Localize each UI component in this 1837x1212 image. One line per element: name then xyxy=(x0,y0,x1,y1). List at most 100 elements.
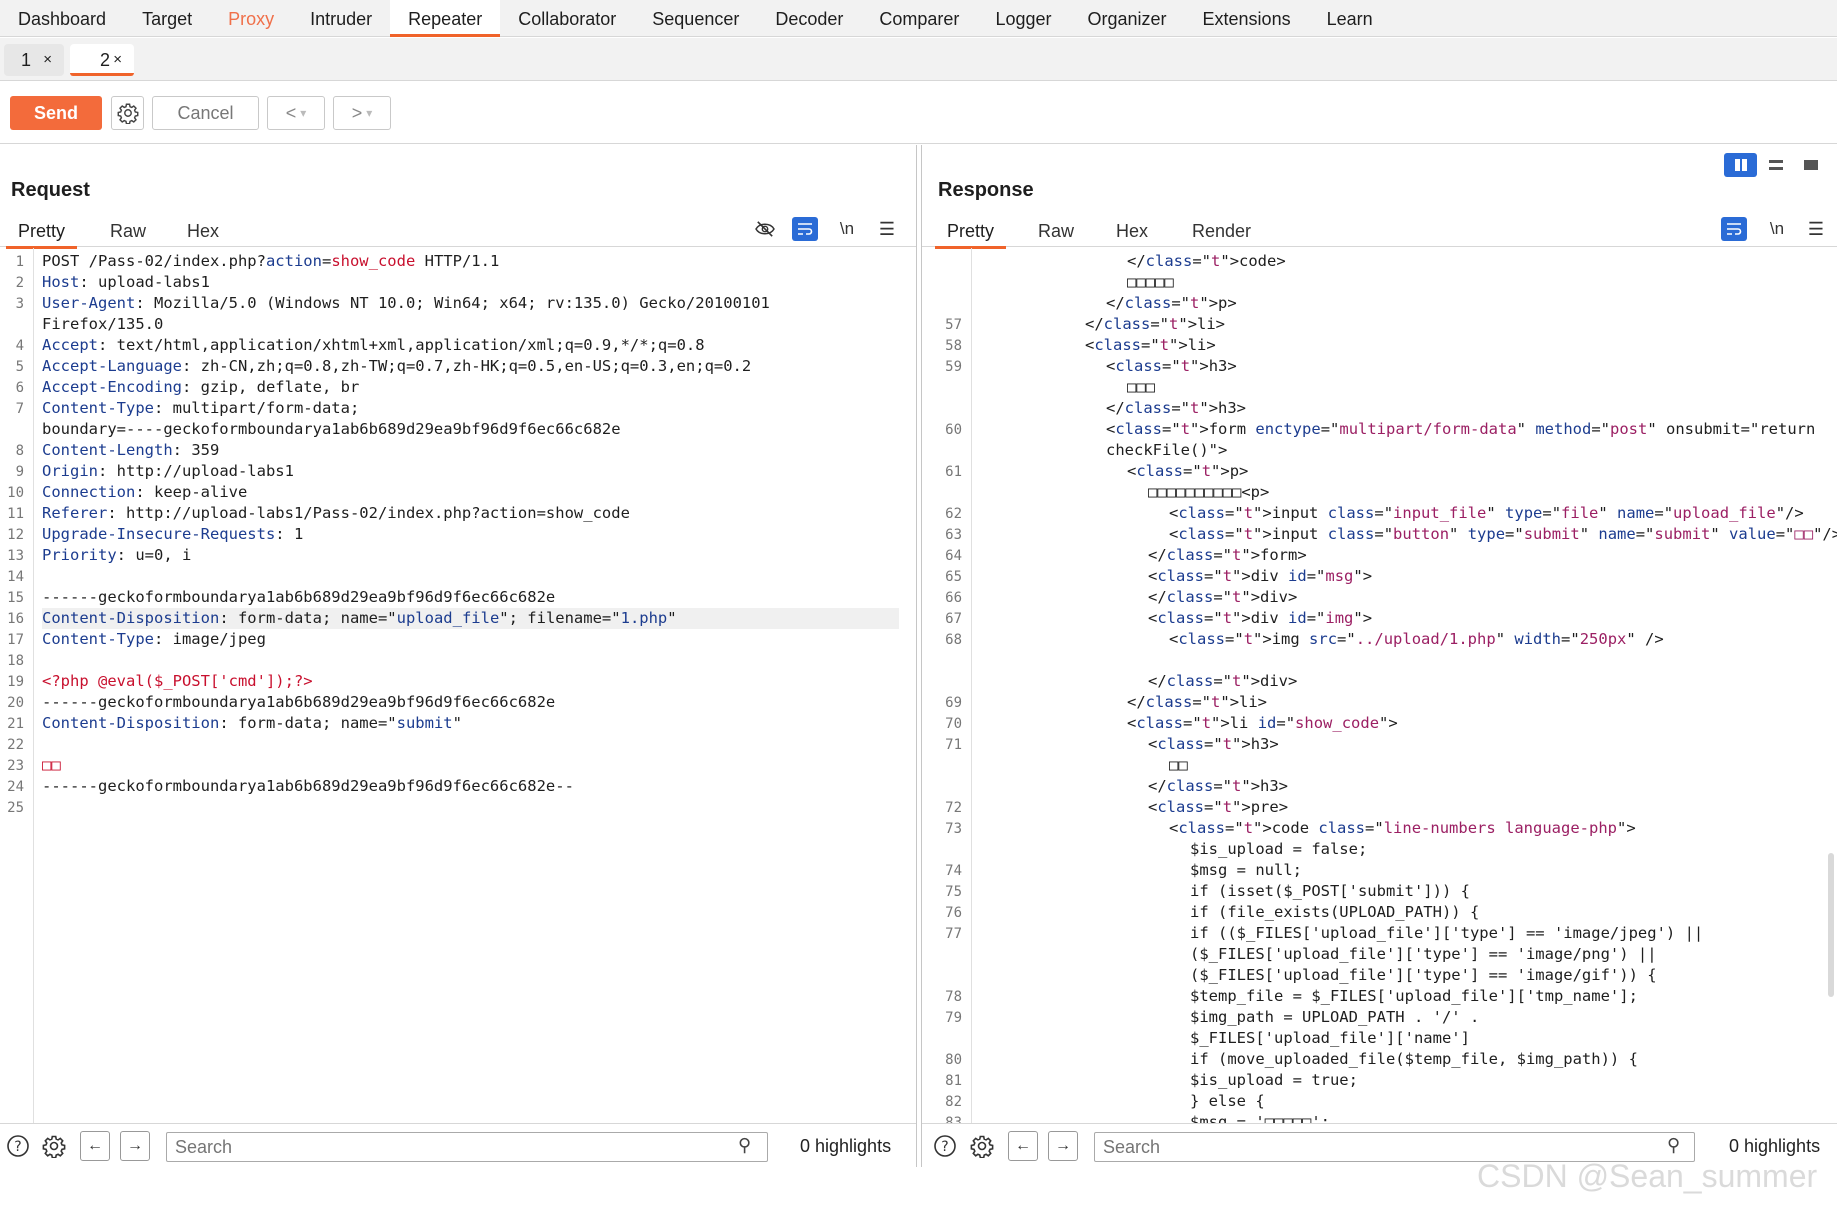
show-newlines-button[interactable]: \n xyxy=(1763,215,1791,243)
show-newlines-button[interactable]: \n xyxy=(833,215,861,243)
line-number: 59 xyxy=(945,359,962,375)
request-line: Firefox/135.0 xyxy=(42,315,164,333)
request-line: Content-Length: 359 xyxy=(42,441,220,459)
repeater-tab-2[interactable]: 2 × xyxy=(70,44,134,76)
nav-tab-decoder[interactable]: Decoder xyxy=(757,0,861,36)
nav-tab-learn[interactable]: Learn xyxy=(1309,0,1391,36)
line-number: 11 xyxy=(7,506,24,522)
response-line: if (($_FILES['upload_file']['type'] == '… xyxy=(1190,924,1704,942)
request-line: Accept: text/html,application/xhtml+xml,… xyxy=(42,336,705,354)
nav-tab-dashboard[interactable]: Dashboard xyxy=(0,0,124,36)
menu-button[interactable]: ☰ xyxy=(873,215,901,243)
menu-button[interactable]: ☰ xyxy=(1802,215,1830,243)
response-line: $img_path = UPLOAD_PATH . '/' . xyxy=(1190,1008,1480,1026)
layout-side-by-side-button[interactable] xyxy=(1724,153,1757,177)
line-number: 20 xyxy=(7,695,24,711)
search-input[interactable] xyxy=(166,1132,768,1162)
next-match-button[interactable]: → xyxy=(120,1131,150,1161)
layout-tabs-button[interactable] xyxy=(1794,153,1827,177)
response-line: <class="t">input class="input_file" type… xyxy=(1169,504,1804,522)
tab-hex[interactable]: Hex xyxy=(187,215,219,247)
tab-pretty[interactable]: Pretty xyxy=(5,215,78,249)
request-line: Content-Type: multipart/form-data; xyxy=(42,399,360,417)
line-number: 76 xyxy=(945,905,962,921)
settings-button[interactable] xyxy=(39,1131,69,1161)
line-number: 62 xyxy=(945,506,962,522)
nav-tab-target[interactable]: Target xyxy=(124,0,210,36)
gear-icon xyxy=(42,1135,66,1158)
watermark: CSDN @Sean_summer xyxy=(1477,1158,1818,1194)
nav-tab-intruder[interactable]: Intruder xyxy=(292,0,390,36)
tab-hex[interactable]: Hex xyxy=(1116,215,1148,247)
settings-button[interactable] xyxy=(967,1131,997,1161)
chevron-left-icon: < xyxy=(285,102,297,123)
help-button[interactable]: ? xyxy=(3,1131,33,1161)
settings-button[interactable] xyxy=(111,96,144,130)
wrap-lines-button[interactable] xyxy=(1721,217,1747,241)
hamburger-icon: ☰ xyxy=(1807,218,1825,239)
line-number: 80 xyxy=(945,1052,962,1068)
history-forward-button[interactable]: > ▾ xyxy=(333,96,391,130)
cancel-button[interactable]: Cancel xyxy=(152,96,259,130)
nav-tab-repeater[interactable]: Repeater xyxy=(390,0,501,37)
response-line: if (file_exists(UPLOAD_PATH)) { xyxy=(1190,903,1480,921)
request-line: Upgrade-Insecure-Requests: 1 xyxy=(42,525,304,543)
line-number: 81 xyxy=(945,1073,962,1089)
request-line: □□ xyxy=(42,756,61,774)
arrow-right-icon: → xyxy=(127,1137,143,1154)
tab-pretty[interactable]: Pretty xyxy=(934,215,1007,249)
close-icon[interactable]: × xyxy=(113,44,122,76)
toolbar: Send Cancel < ▾ > ▾ xyxy=(0,82,1837,144)
line-number: 77 xyxy=(945,926,962,942)
line-number: 12 xyxy=(7,527,24,543)
line-number: 60 xyxy=(945,422,962,438)
wrap-lines-button[interactable] xyxy=(792,217,818,241)
history-back-button[interactable]: < ▾ xyxy=(267,96,325,130)
response-editor[interactable]: </class="t">code> □□□□□ </class="t">p> 57 </… xyxy=(922,248,1837,1123)
response-line: ($_FILES['upload_file']['type'] == 'imag… xyxy=(1190,945,1657,963)
layout-stacked-button[interactable] xyxy=(1759,153,1792,177)
arrow-right-icon: → xyxy=(1055,1137,1071,1154)
tab-raw[interactable]: Raw xyxy=(1038,215,1074,247)
nav-tab-comparer[interactable]: Comparer xyxy=(861,0,977,36)
hide-nonprintable-button[interactable] xyxy=(751,215,779,243)
highlights-count: 0 highlights xyxy=(800,1136,892,1156)
repeater-tab-1[interactable]: 1 × xyxy=(4,44,64,76)
tab-raw[interactable]: Raw xyxy=(110,215,146,247)
gear-icon xyxy=(117,103,138,124)
help-button[interactable]: ? xyxy=(930,1131,960,1161)
tab-render[interactable]: Render xyxy=(1192,215,1251,247)
line-number: 24 xyxy=(7,779,24,795)
request-line: Accept-Language: zh-CN,zh;q=0.8,zh-TW;q=… xyxy=(42,357,752,375)
vertical-scrollbar[interactable] xyxy=(1828,853,1834,997)
highlights-count: 0 highlights xyxy=(1729,1136,1821,1156)
line-number: 2 xyxy=(15,275,24,291)
response-line: $_FILES['upload_file']['name'] xyxy=(1190,1029,1470,1047)
close-icon[interactable]: × xyxy=(43,44,52,76)
wrap-icon xyxy=(798,223,813,235)
response-line: if (move_uploaded_file($temp_file, $img_… xyxy=(1190,1050,1638,1068)
request-line: Content-Disposition: form-data; name="su… xyxy=(42,714,462,732)
send-button[interactable]: Send xyxy=(10,96,102,130)
nav-tab-sequencer[interactable]: Sequencer xyxy=(634,0,757,36)
nav-tab-logger[interactable]: Logger xyxy=(977,0,1069,36)
tab-label: 1 xyxy=(21,50,32,70)
line-number: 17 xyxy=(7,632,24,648)
request-line: boundary=----geckoformboundarya1ab6b689d… xyxy=(42,420,621,438)
previous-match-button[interactable]: ← xyxy=(80,1131,110,1161)
nav-tab-extensions[interactable]: Extensions xyxy=(1185,0,1309,36)
line-number: 72 xyxy=(945,800,962,816)
next-match-button[interactable]: → xyxy=(1048,1131,1078,1161)
line-number: 74 xyxy=(945,863,962,879)
nav-tab-organizer[interactable]: Organizer xyxy=(1070,0,1185,36)
line-number: 71 xyxy=(945,737,962,753)
request-editor[interactable]: 1 POST /Pass-02/index.php?action=show_cod… xyxy=(0,248,916,1123)
wrap-icon xyxy=(1727,223,1742,235)
nav-tab-collaborator[interactable]: Collaborator xyxy=(500,0,634,36)
nav-tab-proxy[interactable]: Proxy xyxy=(210,0,292,36)
top-navigation: Dashboard Target Proxy Intruder Repeater Coll… xyxy=(0,0,1837,37)
newline-icon: \n xyxy=(839,219,855,238)
response-line: $is_upload = false; xyxy=(1190,840,1368,858)
line-number: 10 xyxy=(7,485,24,501)
previous-match-button[interactable]: ← xyxy=(1008,1131,1038,1161)
